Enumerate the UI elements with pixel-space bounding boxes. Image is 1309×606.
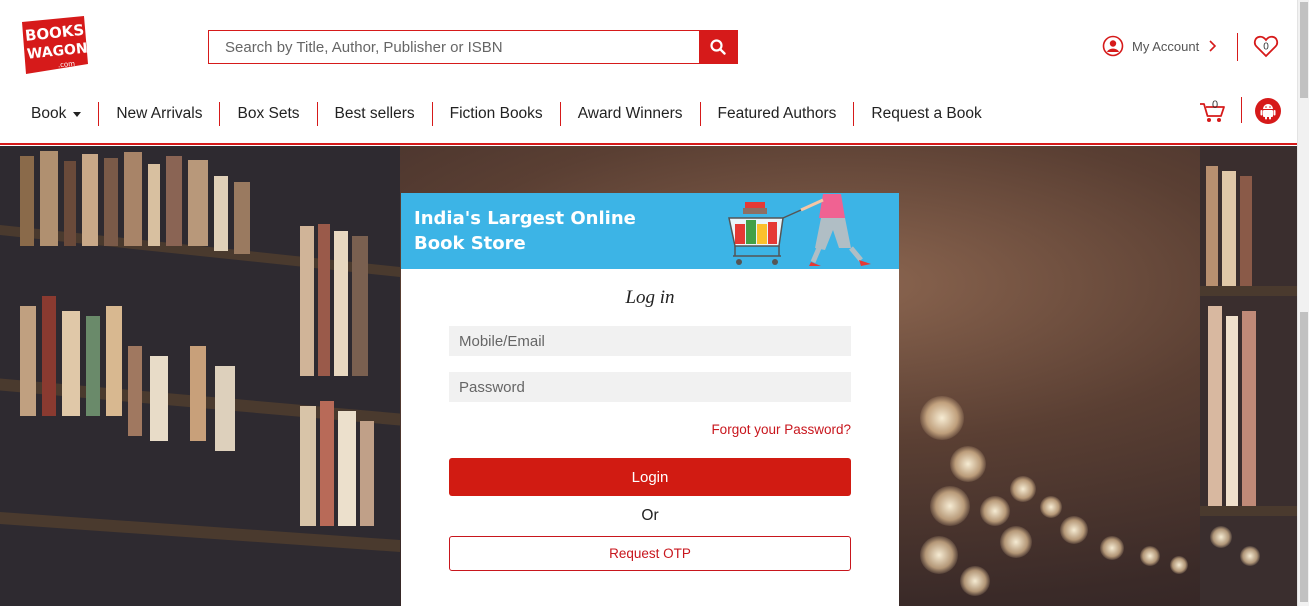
chevron-right-icon — [1209, 40, 1217, 52]
nav-item-featured-authors[interactable]: Featured Authors — [701, 102, 855, 126]
bookshelf-left — [0, 146, 400, 606]
login-card: India's Largest Online Book Store Log in… — [401, 193, 899, 606]
nav-item-box-sets[interactable]: Box Sets — [220, 102, 318, 126]
login-title: Log in — [625, 287, 675, 308]
nav-item-fiction-books[interactable]: Fiction Books — [433, 102, 561, 126]
caret-down-icon — [73, 111, 82, 117]
or-separator: Or — [641, 507, 659, 524]
svg-text:.com: .com — [57, 60, 75, 70]
user-icon — [1102, 35, 1124, 57]
forgot-password-link[interactable]: Forgot your Password? — [449, 422, 851, 437]
header-divider — [1241, 97, 1242, 123]
android-app-button[interactable] — [1255, 98, 1281, 124]
header-divider — [1237, 33, 1238, 61]
nav-item-book[interactable]: Book — [14, 102, 100, 126]
search-button[interactable] — [699, 31, 737, 63]
main-nav: Book New Arrivals Box Sets Best sellers … — [14, 100, 999, 128]
search-bar — [208, 30, 738, 64]
wishlist-button[interactable]: 0 — [1253, 33, 1279, 59]
login-button[interactable]: Login — [449, 458, 851, 496]
my-account-link[interactable]: My Account — [1102, 35, 1217, 57]
nav-item-best-sellers[interactable]: Best sellers — [318, 102, 433, 126]
shopping-girl-illustration — [728, 194, 871, 266]
mobile-email-field[interactable] — [449, 326, 851, 356]
banner-heading: India's Largest Online Book Store — [414, 208, 636, 254]
heart-icon: 0 — [1253, 35, 1279, 58]
scrollbar-thumb[interactable] — [1300, 2, 1308, 98]
wishlist-count: 0 — [1263, 42, 1269, 53]
site-header: BOOKS WAGON .com My Account 0 — [0, 0, 1297, 145]
page-scrollbar[interactable] — [1297, 0, 1309, 606]
search-input[interactable] — [209, 31, 699, 63]
cart-count: 0 — [1212, 99, 1219, 111]
nav-item-award-winners[interactable]: Award Winners — [561, 102, 701, 126]
bookswagon-logo[interactable]: BOOKS WAGON .com — [16, 14, 90, 76]
request-otp-button[interactable]: Request OTP — [449, 536, 851, 571]
search-icon — [710, 39, 726, 55]
scrollbar-thumb[interactable] — [1300, 312, 1308, 602]
store-banner: India's Largest Online Book Store — [401, 193, 899, 269]
android-icon — [1260, 104, 1276, 120]
password-field[interactable] — [449, 372, 851, 402]
my-account-label: My Account — [1132, 38, 1200, 54]
nav-item-new-arrivals[interactable]: New Arrivals — [99, 102, 221, 126]
nav-item-request-a-book[interactable]: Request a Book — [854, 102, 998, 126]
